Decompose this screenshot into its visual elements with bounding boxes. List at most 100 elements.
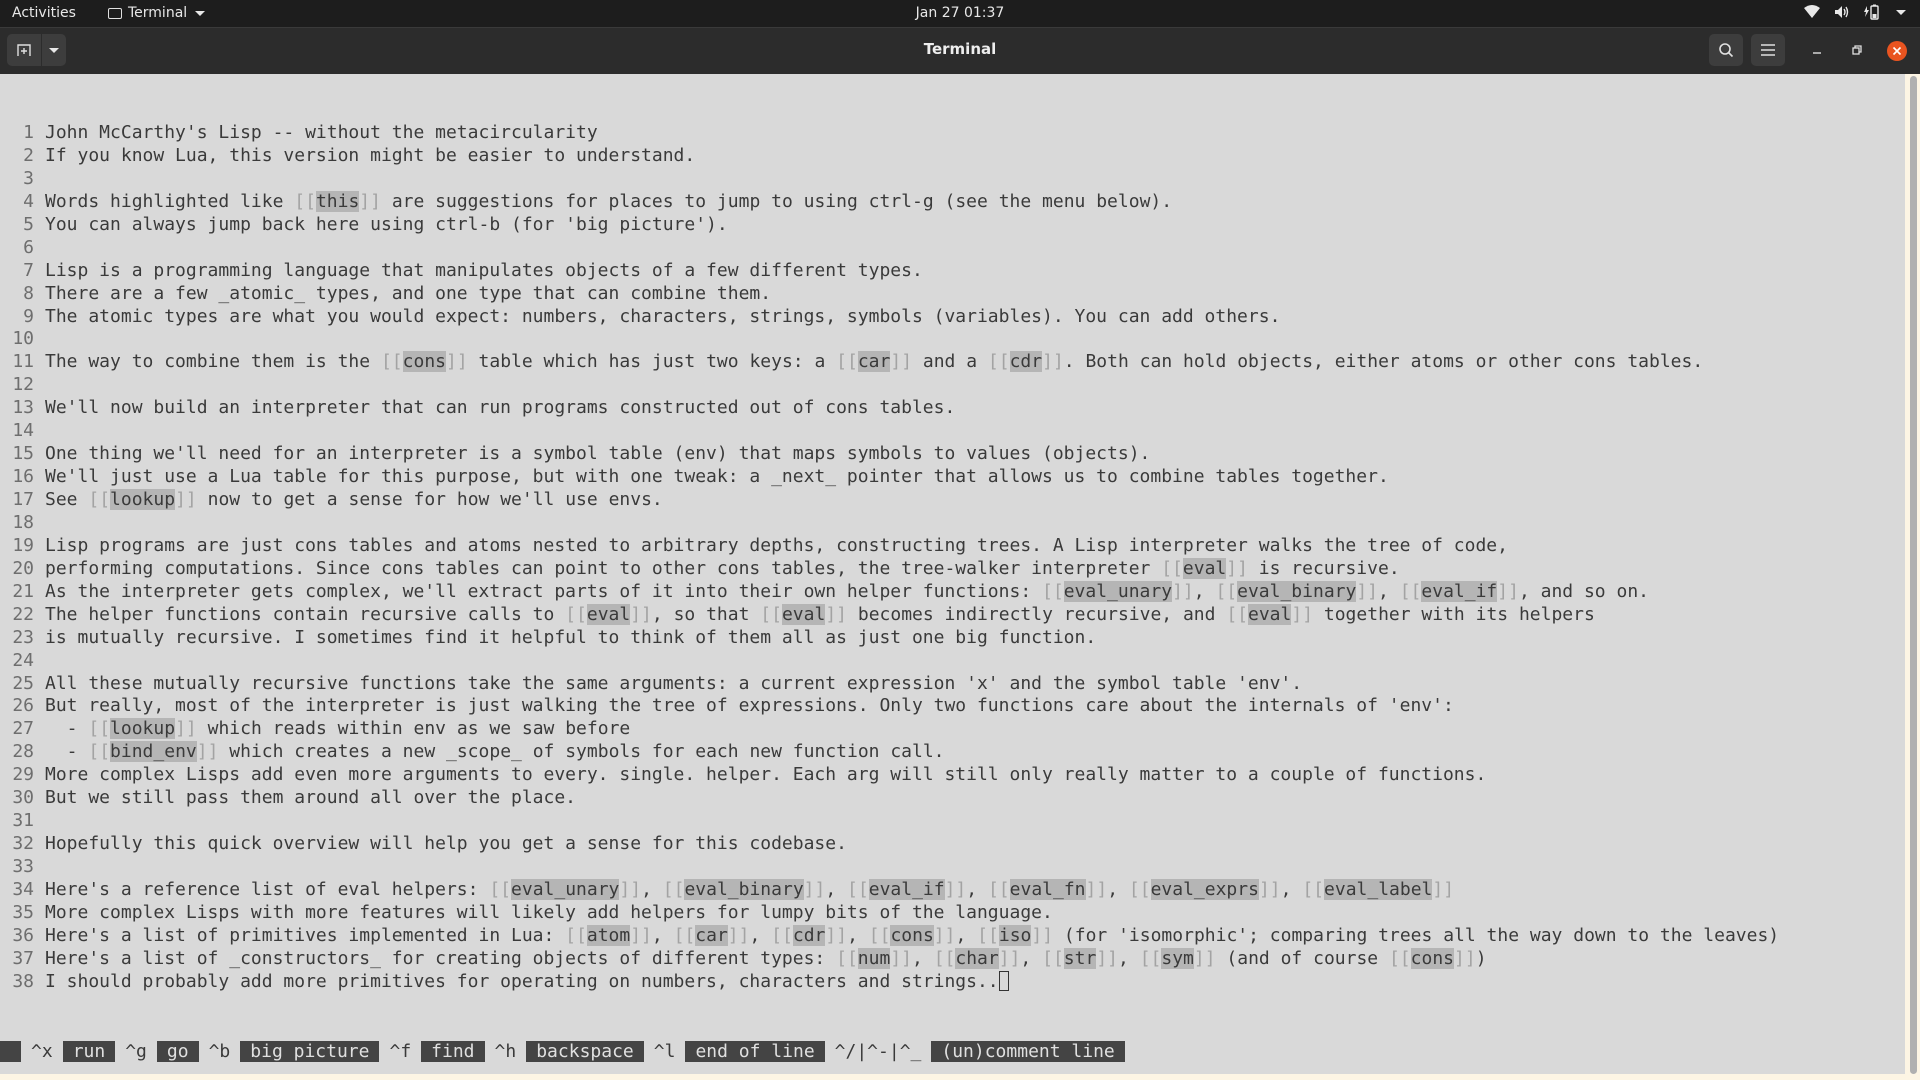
editor-line[interactable]: 12 [0, 374, 1779, 397]
jump-link[interactable]: eval [586, 603, 631, 625]
editor-line[interactable]: 28 - [[bind_env]] which creates a new _s… [0, 741, 1779, 764]
shortcut-label[interactable]: go [156, 1041, 199, 1062]
editor-line[interactable]: 37 Here's a list of _constructors_ for cr… [0, 947, 1779, 971]
clock[interactable]: Jan 27 01:37 [916, 5, 1005, 21]
editor-line[interactable]: 5 You can always jump back here using ctr… [0, 214, 1779, 237]
editor-line[interactable]: 17 See [[lookup]] now to get a sense for … [0, 489, 1779, 512]
editor-line[interactable]: 21 As the interpreter gets complex, we'll… [0, 580, 1779, 604]
search-button[interactable] [1709, 34, 1743, 66]
hamburger-menu-button[interactable] [1751, 34, 1785, 66]
jump-link[interactable]: cons [402, 351, 446, 373]
editor-line[interactable]: 34 Here's a reference list of eval helper… [0, 878, 1779, 902]
line-text: But we still pass them around all over t… [45, 787, 577, 809]
jump-link[interactable]: eval_if [868, 878, 945, 900]
jump-link[interactable]: sym [1161, 947, 1194, 969]
editor-line[interactable]: 13 We'll now build an interpreter that ca… [0, 397, 1779, 420]
jump-link[interactable]: eval_label [1324, 878, 1433, 900]
editor-line[interactable]: 38 I should probably add more primitives … [0, 970, 1779, 994]
jump-link[interactable]: lookup [110, 718, 176, 740]
editor-line[interactable]: 27 - [[lookup]] which reads within env a… [0, 718, 1779, 741]
jump-link[interactable]: eval [781, 603, 826, 625]
jump-link[interactable]: this [315, 190, 360, 212]
editor-line[interactable]: 32 Hopefully this quick overview will hel… [0, 833, 1779, 856]
shortcut-key: ^/|^-|^_ [834, 1041, 922, 1062]
jump-link[interactable]: eval_exprs [1150, 878, 1259, 900]
editor-line[interactable]: 11 The way to combine them is the [[cons]… [0, 351, 1779, 374]
jump-link[interactable]: eval_fn [1009, 878, 1086, 900]
editor-line[interactable]: 8 There are a few _atomic_ types, and one… [0, 283, 1779, 306]
jump-link[interactable]: cdr [1009, 351, 1043, 373]
editor-line[interactable]: 35 More complex Lisps with more features … [0, 902, 1779, 925]
scrollbar[interactable] [1910, 76, 1917, 1074]
jump-link[interactable]: eval_binary [684, 878, 804, 900]
editor-line[interactable]: 26 But really, most of the interpreter is… [0, 695, 1779, 718]
editor-lines[interactable]: 1 John McCarthy's Lisp -- without the met… [0, 122, 1779, 994]
line-number: 22 [12, 603, 34, 625]
editor-line[interactable]: 3 [0, 168, 1779, 191]
jump-link[interactable]: eval_unary [1063, 580, 1173, 602]
editor-line[interactable]: 22 The helper functions contain recursive… [0, 603, 1779, 627]
editor-line[interactable]: 14 [0, 420, 1779, 443]
editor-line[interactable]: 18 [0, 512, 1779, 535]
editor-line[interactable]: 29 More complex Lisps add even more argum… [0, 764, 1779, 787]
jump-link[interactable]: cdr [792, 924, 826, 946]
jump-link[interactable]: iso [998, 924, 1032, 946]
jump-link[interactable]: eval_if [1421, 580, 1498, 602]
shortcut-label[interactable]: backspace [526, 1041, 644, 1062]
shortcut-label[interactable]: run [62, 1041, 116, 1062]
jump-link[interactable]: atom [586, 924, 631, 946]
editor-line[interactable]: 33 [0, 856, 1779, 879]
app-menu[interactable]: Terminal [108, 5, 206, 21]
editor-line[interactable]: 19 Lisp programs are just cons tables and… [0, 535, 1779, 558]
restore-button[interactable] [1845, 38, 1869, 62]
jump-link[interactable]: num [857, 947, 891, 969]
editor-line[interactable]: 7 Lisp is a programming language that man… [0, 260, 1779, 283]
jump-link[interactable]: car [857, 351, 891, 373]
link-bracket-open: [[ [88, 489, 111, 510]
new-tab-menu-button[interactable] [41, 34, 66, 66]
shortcut-label[interactable]: end of line [685, 1041, 825, 1062]
jump-link[interactable]: str [1063, 947, 1097, 969]
editor-line[interactable]: 1 John McCarthy's Lisp -- without the met… [0, 122, 1779, 145]
top-bar: Activities Terminal Jan 27 01:37 [0, 0, 1920, 27]
shortcut-label[interactable]: (un)comment line [931, 1041, 1125, 1062]
jump-link[interactable]: bind_env [110, 741, 197, 763]
line-text: which reads within env as we saw before [196, 718, 631, 740]
shortcut-key: ^b [208, 1041, 231, 1062]
close-button[interactable] [1887, 41, 1907, 61]
jump-link[interactable]: car [695, 924, 728, 946]
editor-line[interactable]: 25 All these mutually recursive functions… [0, 673, 1779, 696]
jump-link[interactable]: cons [1410, 947, 1455, 969]
editor-line[interactable]: 15 One thing we'll need for an interprete… [0, 443, 1779, 466]
jump-link[interactable]: eval [1248, 603, 1292, 625]
activities-button[interactable]: Activities [12, 5, 76, 21]
editor-line[interactable]: 16 We'll just use a Lua table for this pu… [0, 466, 1779, 489]
link-bracket-close: ]] [1172, 580, 1194, 602]
editor-line[interactable]: 31 [0, 810, 1779, 833]
editor-line[interactable]: 20 performing computations. Since cons ta… [0, 557, 1779, 581]
system-tray[interactable] [1804, 4, 1906, 20]
terminal-text-area[interactable]: 1 John McCarthy's Lisp -- without the met… [0, 74, 1905, 1074]
shortcut-label[interactable]: find [421, 1041, 485, 1062]
jump-link[interactable]: char [955, 947, 999, 969]
editor-line[interactable]: 6 [0, 237, 1779, 260]
jump-link[interactable]: eval_binary [1237, 580, 1357, 602]
terminal-view[interactable]: 1 John McCarthy's Lisp -- without the met… [0, 74, 1905, 1080]
editor-line[interactable]: 10 [0, 328, 1779, 351]
minimize-button[interactable] [1805, 38, 1829, 62]
shortcut-label[interactable]: big picture [240, 1041, 380, 1062]
jump-link[interactable]: eval [1182, 557, 1227, 579]
jump-link[interactable]: lookup [110, 489, 176, 510]
new-tab-group [7, 34, 66, 66]
jump-link[interactable]: cons [890, 924, 934, 946]
editor-line[interactable]: 36 Here's a list of primitives implemente… [0, 924, 1779, 948]
new-tab-button[interactable] [7, 34, 41, 66]
editor-line[interactable]: 23 is mutually recursive. I sometimes fin… [0, 627, 1779, 650]
editor-line[interactable]: 2 If you know Lua, this version might be … [0, 145, 1779, 168]
editor-line[interactable]: 9 The atomic types are what you would exp… [0, 306, 1779, 329]
jump-link[interactable]: eval_unary [511, 878, 620, 900]
link-bracket-close: ]] [825, 603, 848, 625]
editor-line[interactable]: 24 [0, 650, 1779, 673]
editor-line[interactable]: 30 But we still pass them around all over… [0, 787, 1779, 810]
editor-line[interactable]: 4 Words highlighted like [[this]] are sug… [0, 190, 1779, 214]
